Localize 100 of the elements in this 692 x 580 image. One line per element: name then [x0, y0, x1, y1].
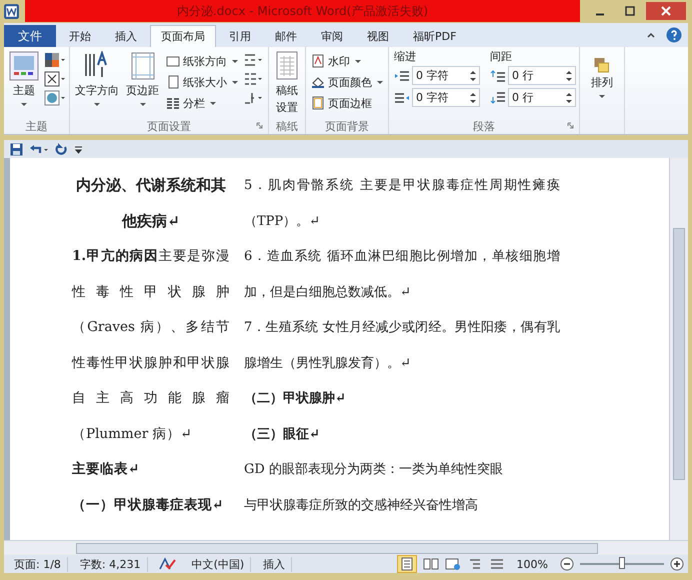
- redo-icon[interactable]: [55, 142, 68, 156]
- arrange-icon: [593, 57, 611, 73]
- help-icon[interactable]: [666, 27, 682, 43]
- language-indicator[interactable]: 中文(中国): [186, 556, 252, 572]
- draft-view-icon[interactable]: [488, 557, 505, 571]
- word-app-icon[interactable]: [3, 2, 20, 20]
- caret-icon: [599, 95, 605, 98]
- insert-mode[interactable]: 插入: [257, 556, 292, 572]
- zoom-slider-thumb[interactable]: [619, 557, 625, 569]
- horizontal-scrollbar[interactable]: [4, 540, 688, 555]
- document-paragraph: （二）甲状腺肿↵: [244, 390, 347, 408]
- watermark-icon: [311, 54, 325, 68]
- ribbon-tab[interactable]: 页面布局: [150, 25, 216, 47]
- reading-view-icon[interactable]: [422, 557, 439, 571]
- print-layout-view-icon[interactable]: [396, 555, 417, 573]
- caret-icon: [355, 60, 361, 62]
- group-label: 稿纸: [275, 118, 299, 134]
- spacing-after-field[interactable]: 0 行: [508, 88, 576, 107]
- ribbon-tab[interactable]: 福昕PDF: [402, 25, 468, 47]
- save-icon[interactable]: [10, 142, 23, 156]
- document-paragraph: 与甲状腺毒症所致的交感神经兴奋性增高: [244, 496, 479, 514]
- dialog-launcher-icon[interactable]: [567, 122, 574, 129]
- indent-right-field[interactable]: 0 字符: [412, 88, 480, 107]
- minimize-icon: [595, 12, 605, 16]
- spacing-after-icon: [490, 92, 506, 104]
- document-paragraph: GD 的眼部表现分为两类：一类为单纯性突眼: [244, 461, 504, 479]
- text-direction-button[interactable]: 文字方向: [73, 49, 121, 118]
- document-paragraph: 7．生殖系统 女性月经减少或闭经。男性阳痿，偶有乳腺增生（男性乳腺发育）。↵: [244, 319, 560, 372]
- zoom-in-icon[interactable]: [670, 557, 684, 571]
- document-paragraph: 1.甲亢的病因主要是弥漫性毒性甲状腺肿（Graves 病）、多结节性毒性甲状腺肿和甲状腺自主高功能腺瘤（Plummer 病）↵: [72, 247, 230, 444]
- theme-fonts-icon[interactable]: [44, 71, 66, 87]
- proofing-icon[interactable]: [158, 557, 176, 571]
- ribbon-tab[interactable]: 视图: [356, 25, 400, 47]
- indent-label: 缩进: [394, 49, 417, 63]
- group-label: 段落: [473, 118, 495, 134]
- breaks-icon[interactable]: [243, 52, 265, 68]
- document-paragraph: 内分泌、代谢系统和其他疾病↵: [75, 175, 227, 232]
- document-paragraph: 6．造血系统 循环血淋巴细胞比例增加，单核细胞增加，但是白细胞总数减低。↵: [244, 248, 560, 302]
- ribbon-tab[interactable]: 邮件: [264, 25, 308, 47]
- line-numbers-icon[interactable]: [243, 71, 265, 87]
- close-icon: [661, 6, 671, 16]
- close-button[interactable]: [646, 2, 686, 20]
- group-label: 页面设置: [147, 118, 191, 134]
- page-count[interactable]: 页面: 1/8: [8, 556, 68, 572]
- indent-left-icon: [394, 70, 410, 82]
- spacing-before-icon: [490, 70, 506, 82]
- theme-icon: [9, 51, 39, 81]
- vertical-scrollbar[interactable]: [669, 158, 688, 540]
- indent-left-field[interactable]: 0 字符: [412, 66, 480, 85]
- file-tab[interactable]: 文件: [4, 25, 56, 47]
- themes-button[interactable]: 主题: [7, 49, 41, 118]
- document-paragraph: （三）眼征↵: [244, 426, 321, 444]
- manuscript-settings-button[interactable]: 稿纸设置: [272, 49, 302, 118]
- caret-icon: [140, 103, 146, 106]
- collapse-ribbon-icon[interactable]: [646, 30, 656, 40]
- indent-right-icon: [394, 92, 410, 104]
- size-button[interactable]: 纸张大小: [164, 73, 240, 91]
- theme-colors-icon[interactable]: [44, 52, 66, 68]
- undo-icon[interactable]: [29, 142, 49, 156]
- margins-button[interactable]: 页边距: [124, 49, 161, 118]
- caret-icon: [210, 102, 216, 104]
- document-paragraph: （一）甲状腺毒症表现↵: [72, 496, 224, 514]
- document-paragraph: 主要临表↵: [72, 460, 140, 479]
- page-color-button[interactable]: 页面颜色: [309, 73, 385, 91]
- caret-icon: [21, 103, 27, 106]
- customize-toolbar-icon[interactable]: [74, 144, 83, 154]
- spacing-before-field[interactable]: 0 行: [508, 66, 576, 85]
- document-paragraph: 5．肌肉骨骼系统 主要是甲状腺毒症性周期性瘫痪（TPP）。↵: [244, 177, 560, 230]
- window-title: 内分泌.docx - Microsoft Word(产品激活失败): [176, 2, 428, 20]
- maximize-icon: [625, 6, 635, 16]
- zoom-level[interactable]: 100%: [510, 558, 554, 570]
- group-label: 页面背景: [324, 118, 370, 134]
- hyphenation-icon[interactable]: [243, 90, 265, 106]
- word-count[interactable]: 字数: 4,231: [74, 556, 148, 572]
- spin-arrows-icon: [566, 92, 572, 104]
- page-icon: [166, 54, 180, 68]
- watermark-button[interactable]: 水印: [309, 52, 385, 70]
- ribbon-tab[interactable]: 插入: [104, 25, 148, 47]
- web-layout-view-icon[interactable]: [444, 557, 461, 571]
- paint-bucket-icon: [311, 75, 325, 89]
- page-icon: [166, 75, 180, 89]
- caret-icon: [377, 80, 383, 84]
- arrange-button[interactable]: 排列: [583, 49, 621, 134]
- caret-icon: [232, 80, 238, 84]
- caret-icon: [232, 60, 238, 62]
- zoom-out-icon[interactable]: [560, 557, 574, 571]
- page-borders-button[interactable]: 页面边框: [309, 94, 385, 112]
- page-border-icon: [311, 96, 325, 110]
- columns-icon: [166, 96, 180, 110]
- orientation-button[interactable]: 纸张方向: [164, 52, 240, 70]
- spin-arrows-icon: [470, 70, 476, 82]
- columns-button[interactable]: 分栏: [164, 94, 240, 112]
- grid-paper-icon: [274, 51, 300, 81]
- group-label: 主题: [24, 118, 48, 134]
- caret-icon: [94, 103, 100, 106]
- ribbon-tab[interactable]: 审阅: [310, 25, 354, 47]
- dialog-launcher-icon[interactable]: [256, 122, 263, 129]
- spin-arrows-icon: [470, 92, 476, 104]
- ribbon-tab[interactable]: 开始: [58, 25, 102, 47]
- ribbon-tab[interactable]: 引用: [218, 25, 262, 47]
